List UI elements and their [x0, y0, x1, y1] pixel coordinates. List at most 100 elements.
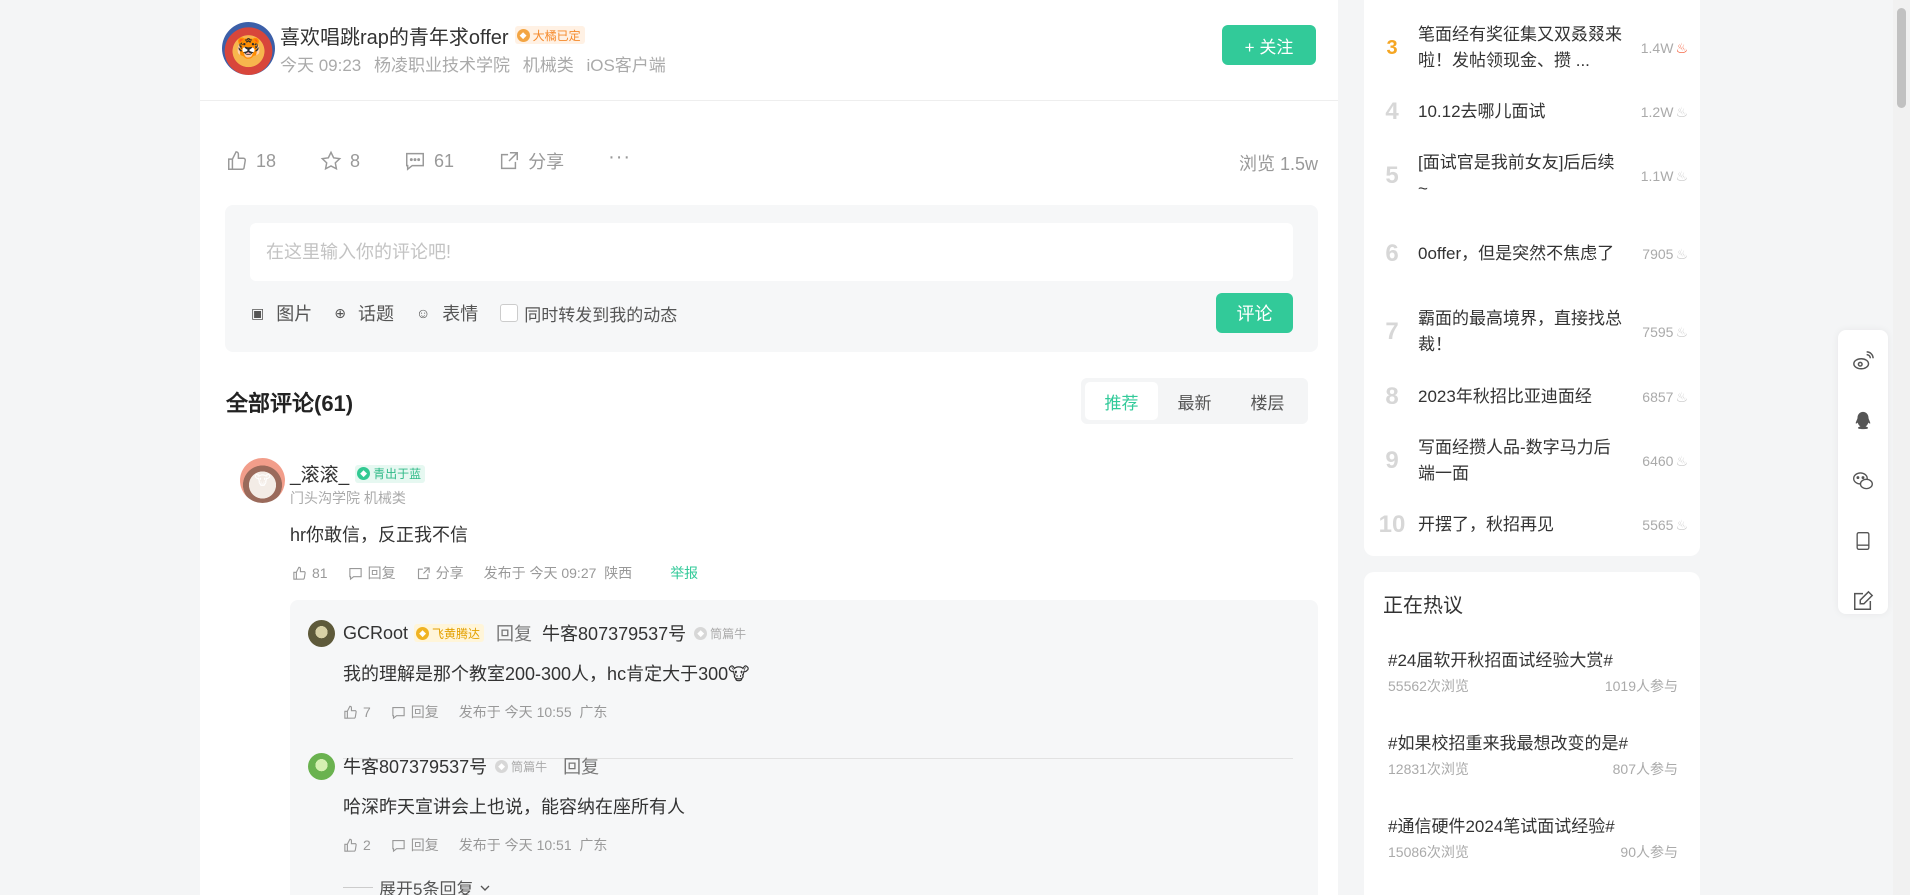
reply-word[interactable]: 回复 — [563, 753, 599, 779]
hot-title[interactable]: 2023年秋招比亚迪面经 — [1418, 384, 1623, 410]
thumbs-up-icon — [344, 838, 357, 852]
tab-latest[interactable]: 最新 — [1158, 382, 1231, 420]
comment-editor: ▣图片 ⊕话题 ☺表情 同时转发到我的动态 评论 — [225, 205, 1318, 352]
comment-text: hr你敢信，反正我不信 — [290, 525, 469, 545]
reply-user[interactable]: GCRoot — [343, 623, 408, 644]
scrollbar-thumb[interactable] — [1897, 8, 1906, 108]
comment-input[interactable] — [250, 223, 1293, 281]
hot-list-item[interactable]: 10 开摆了，秋招再见 5565 ♨ — [1378, 495, 1688, 555]
comment-reply-button[interactable]: 回复 — [348, 563, 396, 583]
reply-user[interactable]: 牛客807379537号 — [343, 753, 487, 779]
topic-tool[interactable]: ⊕ 话题 — [334, 300, 394, 326]
tab-floor[interactable]: 楼层 — [1231, 382, 1304, 420]
expand-replies-button[interactable]: 展开5条回复 — [343, 875, 493, 895]
author-name[interactable]: 喜欢唱跳rap的青年求offer — [280, 21, 509, 50]
repost-checkbox[interactable]: 同时转发到我的动态 — [500, 301, 677, 326]
comment-count-button[interactable]: 61 — [404, 150, 454, 172]
emoji-tool[interactable]: ☺ 表情 — [416, 300, 478, 326]
view-count: 浏览 1.5w — [1238, 154, 1318, 174]
hot-rank: 4 — [1385, 98, 1399, 125]
topic-item[interactable]: #如果校招重来我最想改变的是# 12831次浏览 807人参与 — [1388, 729, 1678, 779]
reply-like-button[interactable]: 2 — [343, 837, 371, 853]
more-icon: ··· — [608, 145, 632, 168]
hot-count: 5565 ♨ — [1642, 516, 1688, 533]
comment-share-button[interactable]: 分享 — [416, 563, 464, 583]
hot-list-item[interactable]: 8 2023年秋招比亚迪面经 6857 ♨ — [1378, 367, 1688, 427]
page-scrollbar[interactable] — [1893, 0, 1910, 895]
submit-comment-button[interactable]: 评论 — [1216, 293, 1293, 333]
fire-icon: ♨ — [1675, 245, 1688, 262]
topic-name[interactable]: #通信硬件2024笔试面试经验# — [1388, 812, 1678, 837]
hot-list-item[interactable]: 4 10.12去哪儿面试 1.2W ♨ — [1378, 82, 1688, 142]
topic-name[interactable]: #如果校招重来我最想改变的是# — [1388, 729, 1678, 754]
hot-title[interactable]: 开摆了，秋招再见 — [1418, 512, 1623, 538]
like-button[interactable]: 18 — [226, 150, 276, 172]
header-divider — [200, 100, 1338, 101]
topic-icon: ⊕ — [334, 304, 346, 321]
weibo-icon[interactable] — [1852, 350, 1874, 372]
badge-icon: ◆ — [495, 759, 509, 773]
hot-count: 6857 ♨ — [1642, 388, 1688, 405]
fire-icon: ♨ — [1675, 167, 1688, 184]
follow-button[interactable]: + 关注 — [1222, 25, 1316, 65]
reply-reply-button[interactable]: 回复 — [391, 702, 439, 722]
mobile-icon[interactable] — [1852, 530, 1874, 552]
fire-icon: ♨ — [1675, 516, 1688, 533]
share-button[interactable]: 分享 — [498, 148, 564, 174]
post-time: 今天 09:23 — [280, 56, 362, 75]
hot-title[interactable]: 霸面的最高境界，直接找总裁！ — [1418, 306, 1623, 358]
fire-icon: ♨ — [1675, 39, 1688, 56]
reply-avatar[interactable] — [308, 753, 335, 780]
hot-rank: 3 — [1386, 36, 1398, 59]
commenter-name[interactable]: _滚滚_ — [290, 460, 349, 487]
hot-list-item[interactable]: 6 0offer，但是突然不焦虑了 7905 ♨ — [1378, 224, 1688, 284]
hot-list-item[interactable]: 9 写面经攒人品-数字马力后端一面 6460 ♨ — [1378, 431, 1688, 491]
share-sidebar — [1838, 330, 1888, 614]
thumbs-up-icon — [293, 566, 306, 580]
edit-icon[interactable] — [1852, 590, 1874, 612]
reply-user-badge: ◆ 筒篇牛 — [493, 757, 551, 775]
commenter-avatar[interactable]: 🐮 — [240, 458, 285, 503]
hot-count: 6460 ♨ — [1642, 452, 1688, 469]
post-client: iOS客户端 — [586, 56, 666, 75]
hot-title[interactable]: 写面经攒人品-数字马力后端一面 — [1418, 435, 1623, 487]
topic-item[interactable]: #通信硬件2024笔试面试经验# 15086次浏览 90人参与 — [1388, 812, 1678, 862]
topic-item[interactable]: #24届软开秋招面试经验大赏# 55562次浏览 1019人参与 — [1388, 646, 1678, 696]
hot-list-item[interactable]: 3 笔面经有奖征集又双叒叕来啦！发帖领现金、攒 ... 1.4W ♨ — [1378, 18, 1688, 78]
star-button[interactable]: 8 — [320, 150, 360, 172]
fire-icon: ♨ — [1675, 323, 1688, 340]
hot-list-item[interactable]: 7 霸面的最高境界，直接找总裁！ 7595 ♨ — [1378, 302, 1688, 362]
hot-title[interactable]: 10.12去哪儿面试 — [1418, 99, 1623, 125]
report-link[interactable]: 举报 — [670, 563, 698, 583]
checkbox-icon[interactable] — [500, 304, 519, 322]
reply-published: 发布于 今天 10:51 广东 — [458, 837, 608, 853]
more-button[interactable]: ··· — [608, 146, 631, 169]
comments-title: 全部评论(61) — [226, 391, 354, 416]
reply-like-button[interactable]: 7 — [343, 704, 371, 720]
hot-count: 7595 ♨ — [1642, 323, 1688, 340]
hot-title[interactable]: [面试官是我前女友]后后续~ — [1418, 150, 1623, 202]
image-icon: ▣ — [251, 304, 265, 321]
hot-topics: 正在热议 #24届软开秋招面试经验大赏# 55562次浏览 1019人参与 #如果… — [1364, 572, 1700, 895]
badge-icon: ◆ — [357, 467, 371, 480]
comment-meta: 81 回复 分享 发布于 今天 09:27 陕西 举报 — [292, 563, 698, 583]
hot-title[interactable]: 0offer，但是突然不焦虑了 — [1418, 241, 1623, 267]
badge-icon: ◆ — [516, 28, 530, 42]
expand-line — [343, 887, 373, 888]
author-badge: ◆ 大橘已定 — [514, 26, 585, 44]
hot-title[interactable]: 笔面经有奖征集又双叒叕来啦！发帖领现金、攒 ... — [1418, 22, 1623, 74]
hot-count: 7905 ♨ — [1642, 245, 1688, 262]
reply-avatar[interactable] — [308, 620, 335, 647]
wechat-icon[interactable] — [1852, 470, 1874, 492]
reply-text: 我的理解是那个教室200-300人，hc肯定大于300🐮 — [343, 664, 750, 684]
topic-name[interactable]: #24届软开秋招面试经验大赏# — [1388, 646, 1678, 671]
author-avatar[interactable]: 🐯 — [222, 22, 275, 75]
reply-reply-button[interactable]: 回复 — [391, 835, 439, 855]
qq-icon[interactable] — [1852, 410, 1874, 432]
hot-list-item[interactable]: 5 [面试官是我前女友]后后续~ 1.1W ♨ — [1378, 146, 1688, 206]
comment-like-button[interactable]: 81 — [292, 565, 328, 581]
tab-recommended[interactable]: 推荐 — [1085, 382, 1158, 420]
commenter-badge: ◆ 青出于蓝 — [355, 464, 426, 483]
reply-target[interactable]: 牛客807379537号 — [542, 620, 686, 646]
image-tool[interactable]: ▣ 图片 — [251, 300, 312, 326]
